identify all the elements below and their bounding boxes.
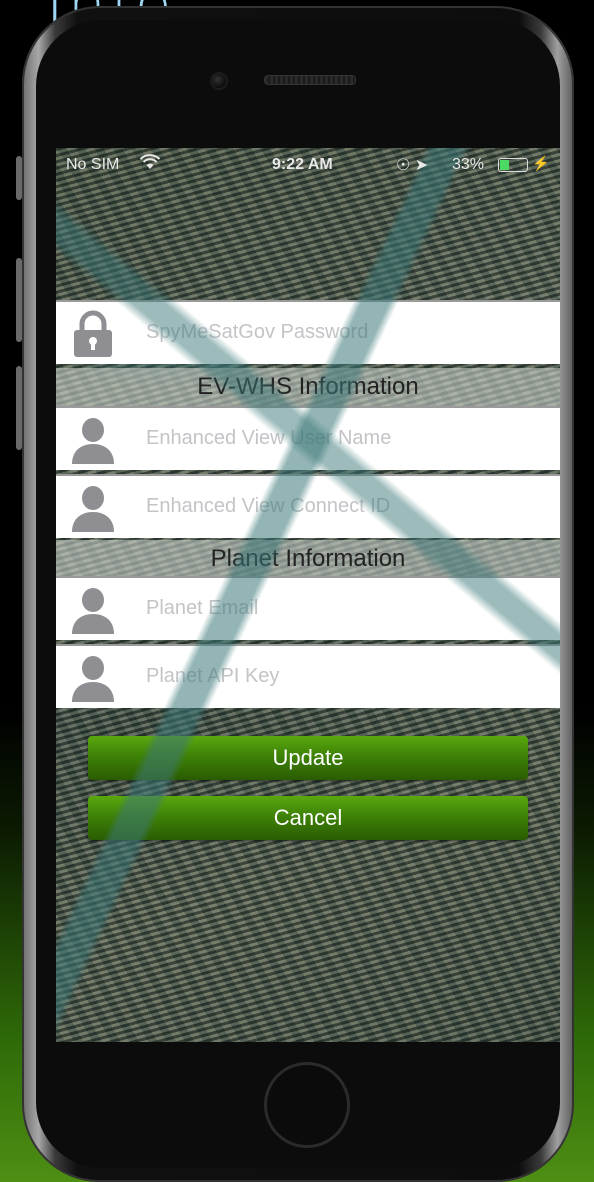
ev-username-field[interactable] (146, 408, 546, 468)
person-icon (70, 484, 116, 532)
volume-up-button (16, 258, 22, 342)
spymesatgov-password-row (56, 300, 560, 364)
lock-icon (70, 310, 116, 358)
cancel-button[interactable]: Cancel (88, 796, 528, 840)
status-bar: No SIM 9:22 AM ☉ ➤ 33% ⚡ (56, 148, 560, 182)
charging-icon: ⚡ (532, 155, 550, 171)
battery-icon (498, 158, 528, 172)
wifi-icon (139, 154, 161, 175)
person-icon (70, 654, 116, 702)
carrier-label: No SIM (66, 156, 120, 173)
ev-connect-id-row (56, 474, 560, 538)
battery-percent: 33% (452, 156, 485, 173)
planet-email-row (56, 576, 560, 640)
location-icon: ☉ ➤ (396, 157, 429, 174)
ev-username-row (56, 406, 560, 470)
home-button[interactable] (264, 1062, 350, 1148)
front-camera (210, 72, 228, 90)
volume-down-button (16, 366, 22, 450)
planet-section-header: Planet Information (56, 540, 560, 578)
update-button[interactable]: Update (88, 736, 528, 780)
status-time: 9:22 AM (272, 156, 333, 173)
planet-api-key-field[interactable] (146, 646, 546, 706)
planet-email-field[interactable] (146, 578, 546, 638)
person-icon (70, 586, 116, 634)
mute-switch (16, 156, 22, 200)
person-icon (70, 416, 116, 464)
app-screen: No SIM 9:22 AM ☉ ➤ 33% ⚡ EV-WHS Informat… (56, 148, 560, 1042)
earpiece-speaker (264, 75, 356, 85)
ev-whs-section-header: EV-WHS Information (56, 368, 560, 406)
planet-api-key-row (56, 644, 560, 708)
spymesatgov-password-field[interactable] (146, 302, 546, 362)
ev-connect-id-field[interactable] (146, 476, 546, 536)
